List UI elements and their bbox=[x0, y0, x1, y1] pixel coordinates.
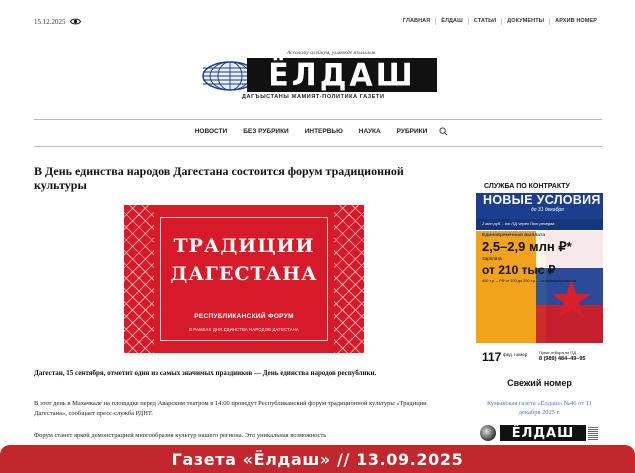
qr-code-icon bbox=[588, 426, 598, 440]
mini-logo-wordmark: ЁЛДАШ bbox=[500, 425, 586, 441]
logo-subtitle: ДАГЪЫСТАНЫ ЖАМИЯТ-ПОЛИТИКА ГАЗЕТИ bbox=[242, 94, 385, 100]
top-nav-documents[interactable]: ДОКУМЕНТЫ bbox=[502, 18, 551, 25]
main-nav-science[interactable]: НАУКА bbox=[359, 128, 381, 135]
ad-salary-value: от 210 тыс ₽ bbox=[482, 263, 556, 277]
caption-bar: Газета «Ёлдаш» // 13.09.2025 bbox=[0, 445, 635, 473]
site-logo[interactable]: Ассаламу алейкум, уьмюкде языльлык ЁЛДАШ… bbox=[195, 46, 445, 108]
main-nav-no-rubric[interactable]: БЕЗ РУБРИКИ bbox=[243, 128, 289, 135]
banner-line3: РЕСПУБЛИКАНСКИЙ ФОРУМ bbox=[194, 313, 294, 320]
divider bbox=[34, 119, 602, 120]
main-nav: НОВОСТИ БЕЗ РУБРИКИ ИНТЕРВЬЮ НАУКА РУБРИ… bbox=[0, 127, 635, 136]
main-nav-rubrics[interactable]: РУБРИКИ bbox=[397, 128, 428, 135]
top-bar: 15.12.2025 ГЛАВНАЯ ЁЛДАШ СТАТЬИ ДОКУМЕНТ… bbox=[0, 0, 635, 40]
article-title: В День единства народов Дагестана состои… bbox=[34, 164, 404, 192]
search-icon[interactable] bbox=[439, 127, 448, 136]
fresh-issue-link[interactable]: Кумыкская газета «Ёлдаш» №46 от 11 декаб… bbox=[476, 399, 603, 417]
ad-number-label: фед. номер bbox=[503, 352, 528, 357]
globe-icon bbox=[480, 425, 496, 441]
main-nav-news[interactable]: НОВОСТИ bbox=[195, 128, 228, 135]
logo-wordmark: ЁЛДАШ bbox=[247, 57, 437, 93]
fresh-issue-cover[interactable]: ЁЛДАШ bbox=[480, 423, 598, 443]
article-lead: Дагестан, 15 сентября, отметит один из с… bbox=[34, 369, 377, 377]
fresh-issue-title: Свежий номер bbox=[507, 378, 572, 388]
ad-phone: 8 (989) 484–49–95 bbox=[539, 356, 586, 362]
caption-text: Газета «Ёлдаш» // 13.09.2025 bbox=[171, 449, 464, 469]
top-nav-archive[interactable]: АРХИВ НОМЕР bbox=[550, 18, 597, 25]
ad-bonus-value: 2,5–2,9 млн ₽* bbox=[482, 239, 572, 254]
ad-service: СЛУЖБА ПО КОНТРАКТУ bbox=[484, 183, 570, 190]
ad-number: 117 bbox=[482, 350, 502, 364]
main-nav-interview[interactable]: ИНТЕРВЬЮ bbox=[305, 128, 343, 135]
eye-icon[interactable] bbox=[70, 16, 81, 27]
ad-salary-label: Зарплата bbox=[482, 256, 502, 261]
date-label: 15.12.2025 bbox=[34, 18, 66, 26]
article-paragraph: Форум станет яркой демонстрацией многооб… bbox=[34, 432, 327, 439]
ad-fine-print: 400 т.р. – РФ от 100 до 200 т.р. – от му… bbox=[482, 279, 577, 283]
contract-service-ad[interactable]: ★ СЛУЖБА ПО КОНТРАКТУ НОВЫЕ УСЛОВИЯ до 3… bbox=[476, 183, 603, 370]
ad-phone-label: Пункт отбора по ПД bbox=[539, 350, 576, 355]
divider bbox=[34, 146, 602, 147]
ad-note: 2 млн руб. - от ПД через Пот резерва bbox=[482, 221, 555, 226]
article-banner-image: ТРАДИЦИИ ДАГЕСТАНА РЕСПУБЛИКАНСКИЙ ФОРУМ… bbox=[124, 205, 364, 353]
ad-deadline: до 31 декабря bbox=[531, 207, 564, 213]
article-paragraph: В этот день в Махачкале на площадке пере… bbox=[34, 400, 427, 417]
top-nav: ГЛАВНАЯ ЁЛДАШ СТАТЬИ ДОКУМЕНТЫ АРХИВ НОМ… bbox=[398, 18, 597, 25]
ad-headline: НОВЫЕ УСЛОВИЯ bbox=[483, 193, 601, 207]
logo-tagline: Ассаламу алейкум, уьмюкде языльлык bbox=[287, 50, 376, 56]
banner-line2: ДАГЕСТАНА bbox=[170, 263, 318, 285]
top-nav-articles[interactable]: СТАТЬИ bbox=[469, 18, 503, 25]
banner-line1: ТРАДИЦИИ bbox=[173, 235, 315, 257]
banner-line4: В РАМКАХ ДНЯ ЕДИНСТВА НАРОДОВ ДАГЕСТАНА bbox=[189, 327, 299, 332]
top-nav-home[interactable]: ГЛАВНАЯ bbox=[398, 18, 437, 25]
ad-bonus-label: Единовременная выплата bbox=[482, 233, 545, 238]
top-nav-yoldash[interactable]: ЁЛДАШ bbox=[436, 18, 469, 25]
